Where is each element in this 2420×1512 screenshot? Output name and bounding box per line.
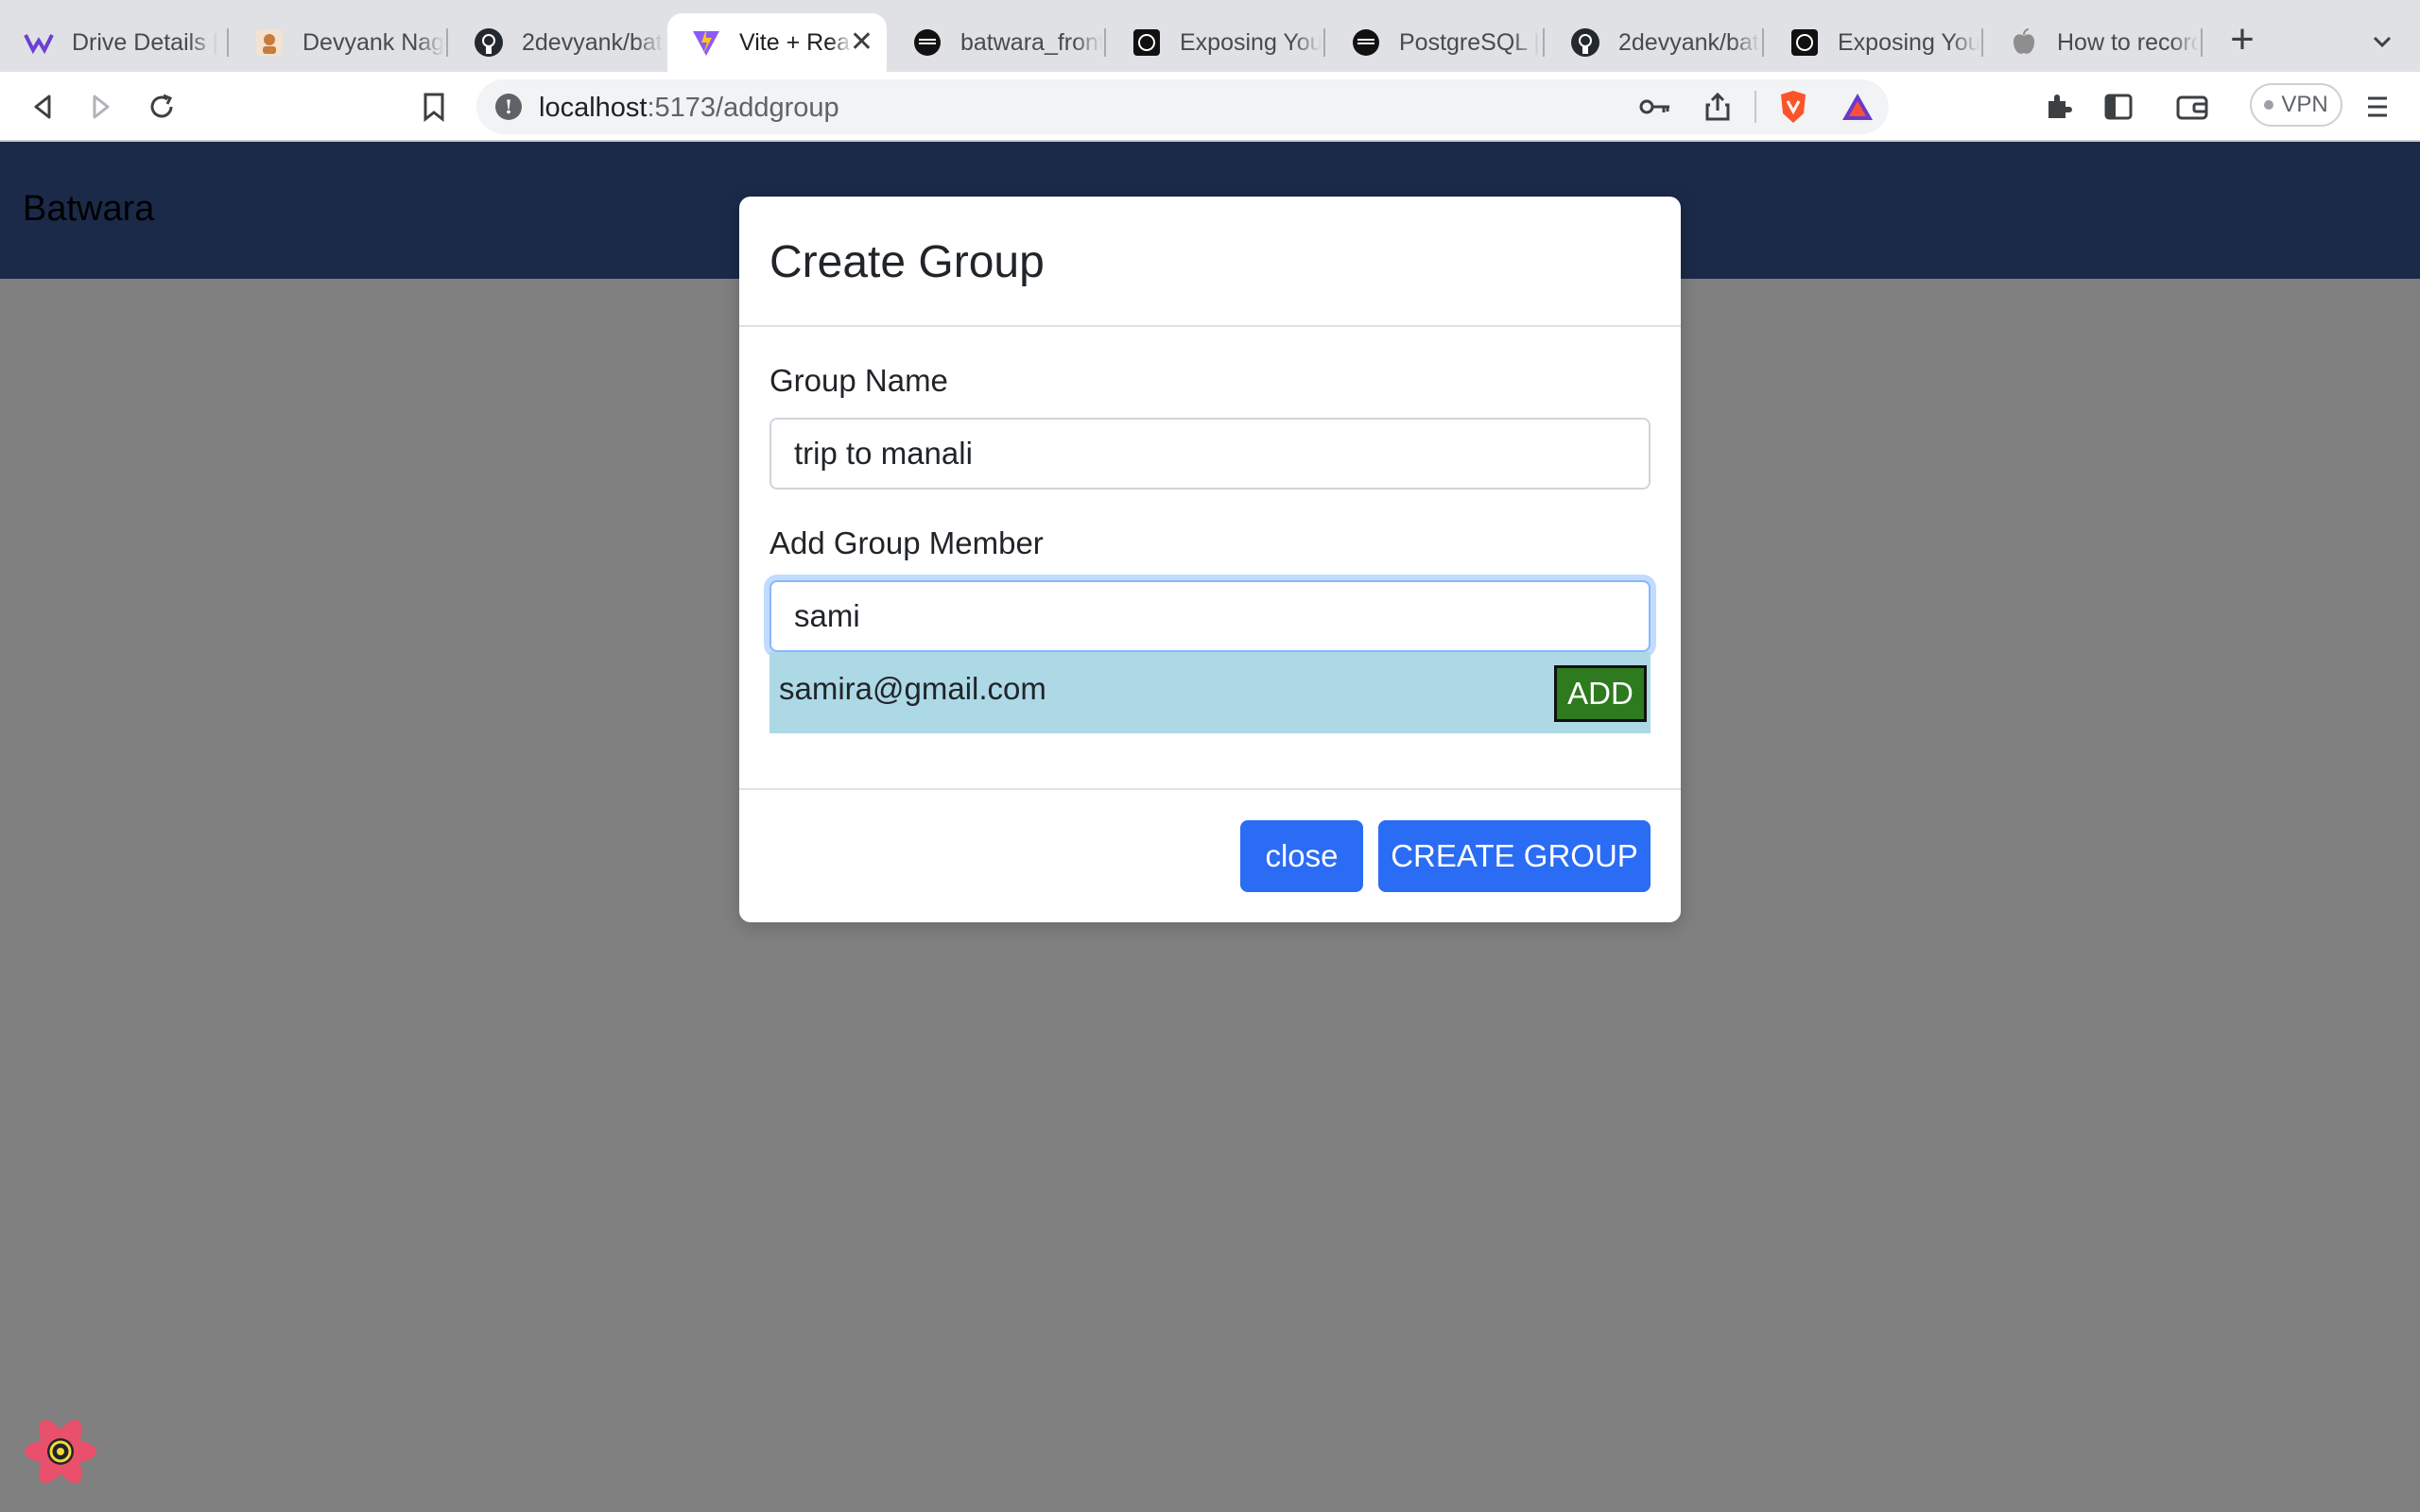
create-group-button[interactable]: CREATE GROUP — [1378, 820, 1651, 892]
tab-title: Exposing Your — [1180, 28, 1322, 56]
new-tab-icon[interactable]: + — [2221, 19, 2263, 62]
tab-exposing-your-1[interactable]: Exposing Your — [1108, 13, 1322, 72]
site-icon — [911, 26, 943, 59]
tab-postgresql[interactable]: PostgreSQL | — [1327, 13, 1541, 72]
member-search-input[interactable] — [769, 580, 1651, 652]
tab-title: PostgreSQL | — [1399, 28, 1540, 56]
tab-vite-react[interactable]: Vite + React ✕ — [667, 13, 887, 72]
modal-title: Create Group — [769, 237, 1045, 287]
site-icon — [1789, 26, 1821, 59]
brave-shields-icon[interactable] — [1773, 87, 1813, 127]
tab-list-chevron-icon[interactable] — [2363, 23, 2401, 60]
forward-icon[interactable] — [81, 87, 121, 127]
member-label: Add Group Member — [769, 525, 1044, 560]
browser-tabstrip: Drive Details | Devyank Nagpal 2devyank/… — [0, 0, 2420, 72]
tab-title: Exposing Your — [1838, 28, 1979, 56]
create-group-modal: Create Group Group Name Add Group Member… — [739, 197, 1681, 922]
github-icon — [473, 26, 505, 59]
address-bar[interactable]: ! localhost:5173/addgroup — [476, 79, 1889, 134]
tab-title: 2devyank/batwara — [1618, 28, 1760, 56]
tab-drive-details[interactable]: Drive Details | — [0, 13, 223, 72]
site-icon — [1131, 26, 1163, 59]
vpn-button[interactable]: VPN — [2250, 83, 2342, 127]
key-icon[interactable] — [1635, 87, 1675, 127]
group-name-label: Group Name — [769, 363, 948, 398]
tab-title: 2devyank/batwara — [522, 28, 664, 56]
bookmark-icon[interactable] — [414, 87, 454, 127]
tab-title: Vite + React — [739, 28, 853, 56]
vpn-status-dot — [2264, 100, 2274, 110]
vite-logo-icon — [690, 26, 722, 59]
site-info-icon[interactable]: ! — [495, 94, 522, 120]
add-member-button[interactable]: ADD — [1554, 665, 1647, 722]
url-text[interactable]: localhost:5173/addgroup — [539, 93, 839, 124]
tab-title: Drive Details | — [72, 28, 219, 56]
browser-toolbar: ! localhost:5173/addgroup VPN — [0, 72, 2420, 142]
site-icon — [1350, 26, 1382, 59]
brave-rewards-icon[interactable] — [1838, 87, 1877, 127]
tab-batwara-frontend[interactable]: batwara_frontend — [889, 13, 1102, 72]
suggestion-email: samira@gmail.com — [779, 671, 1046, 706]
group-name-input[interactable] — [769, 418, 1651, 490]
close-button[interactable]: close — [1240, 820, 1363, 892]
wallet-icon[interactable] — [2172, 87, 2212, 127]
react-devtools-icon[interactable] — [21, 1416, 100, 1487]
tab-title: Devyank Nagpal — [302, 28, 444, 56]
close-tab-icon[interactable]: ✕ — [850, 26, 873, 59]
tab-github-batwara[interactable]: 2devyank/batwara — [450, 13, 664, 72]
apple-icon — [2008, 26, 2040, 59]
tab-title: batwara_frontend — [960, 28, 1102, 56]
tab-title: How to record — [2057, 28, 2199, 56]
modal-footer: close CREATE GROUP — [739, 788, 1681, 922]
tab-github-batwara-2[interactable]: 2devyank/batwara — [1547, 13, 1760, 72]
sidebar-icon[interactable] — [2099, 87, 2138, 127]
extensions-icon[interactable] — [2038, 87, 2078, 127]
back-icon[interactable] — [23, 87, 62, 127]
member-suggestion-item[interactable]: samira@gmail.com ADD — [769, 652, 1651, 733]
avatar-icon — [253, 26, 285, 59]
github-icon — [1569, 26, 1601, 59]
modal-header: Create Group — [739, 197, 1681, 327]
tab-how-to-record[interactable]: How to record — [1985, 13, 2199, 72]
reload-icon[interactable] — [142, 87, 182, 127]
tab-exposing-your-2[interactable]: Exposing Your — [1766, 13, 1979, 72]
brand-title[interactable]: Batwara — [23, 189, 154, 230]
menu-icon[interactable] — [2358, 87, 2397, 127]
drive-logo-icon — [23, 26, 55, 59]
tab-devyank[interactable]: Devyank Nagpal — [231, 13, 444, 72]
share-icon[interactable] — [1698, 87, 1737, 127]
